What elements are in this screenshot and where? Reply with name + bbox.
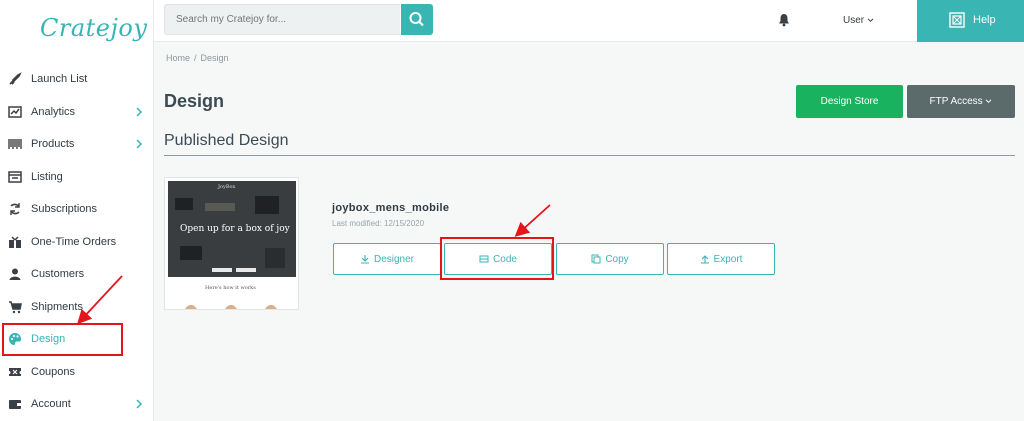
annotation-arrows <box>77 204 551 325</box>
arrow-to-design <box>77 275 123 325</box>
arrow-to-code <box>514 204 551 237</box>
